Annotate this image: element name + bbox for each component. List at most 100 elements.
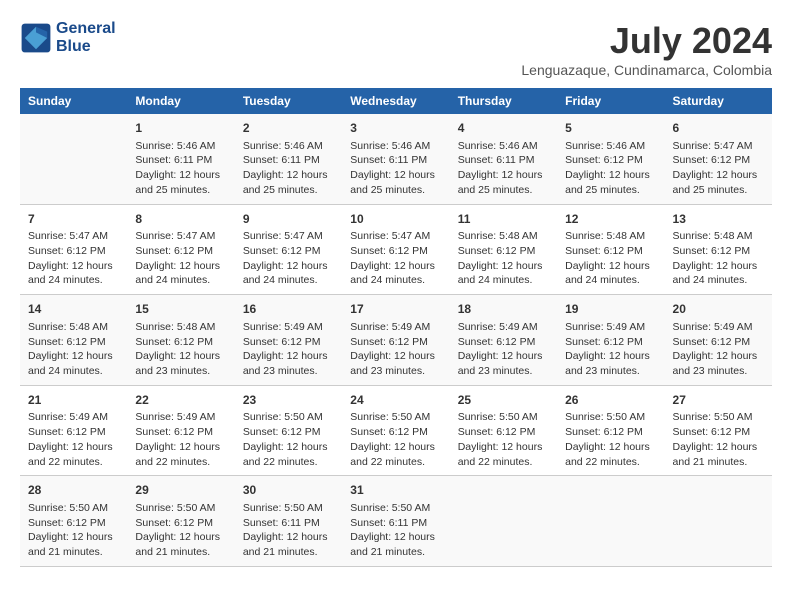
day-number: 12 [565, 211, 656, 228]
sunset-text: Sunset: 6:12 PM [350, 425, 441, 440]
sunset-text: Sunset: 6:12 PM [243, 425, 334, 440]
day-number: 26 [565, 392, 656, 409]
day-number: 19 [565, 301, 656, 318]
day-number: 15 [135, 301, 226, 318]
sunset-text: Sunset: 6:12 PM [350, 244, 441, 259]
daylight-text: Daylight: 12 hours and 25 minutes. [565, 168, 656, 197]
sunset-text: Sunset: 6:12 PM [673, 153, 764, 168]
sunrise-text: Sunrise: 5:48 AM [673, 229, 764, 244]
calendar-cell: 12Sunrise: 5:48 AMSunset: 6:12 PMDayligh… [557, 204, 664, 295]
day-number: 28 [28, 482, 119, 499]
sunrise-text: Sunrise: 5:49 AM [565, 320, 656, 335]
daylight-text: Daylight: 12 hours and 24 minutes. [673, 259, 764, 288]
sunset-text: Sunset: 6:12 PM [565, 425, 656, 440]
day-number: 7 [28, 211, 119, 228]
calendar-cell: 21Sunrise: 5:49 AMSunset: 6:12 PMDayligh… [20, 385, 127, 476]
daylight-text: Daylight: 12 hours and 25 minutes. [673, 168, 764, 197]
logo-text: General Blue [56, 20, 116, 55]
calendar-cell: 13Sunrise: 5:48 AMSunset: 6:12 PMDayligh… [665, 204, 772, 295]
sunset-text: Sunset: 6:12 PM [673, 335, 764, 350]
calendar-cell: 15Sunrise: 5:48 AMSunset: 6:12 PMDayligh… [127, 295, 234, 386]
page-header: General Blue July 2024 Lenguazaque, Cund… [20, 20, 772, 78]
day-number: 17 [350, 301, 441, 318]
day-number: 24 [350, 392, 441, 409]
sunrise-text: Sunrise: 5:50 AM [458, 410, 549, 425]
daylight-text: Daylight: 12 hours and 22 minutes. [28, 440, 119, 469]
day-number: 21 [28, 392, 119, 409]
logo: General Blue [20, 20, 116, 55]
calendar-cell: 16Sunrise: 5:49 AMSunset: 6:12 PMDayligh… [235, 295, 342, 386]
calendar-week-row: 7Sunrise: 5:47 AMSunset: 6:12 PMDaylight… [20, 204, 772, 295]
calendar-cell: 22Sunrise: 5:49 AMSunset: 6:12 PMDayligh… [127, 385, 234, 476]
sunrise-text: Sunrise: 5:48 AM [565, 229, 656, 244]
sunset-text: Sunset: 6:11 PM [458, 153, 549, 168]
sunrise-text: Sunrise: 5:50 AM [135, 501, 226, 516]
day-number: 22 [135, 392, 226, 409]
calendar-cell: 26Sunrise: 5:50 AMSunset: 6:12 PMDayligh… [557, 385, 664, 476]
day-number: 18 [458, 301, 549, 318]
day-number: 2 [243, 120, 334, 137]
calendar-week-row: 28 Sunrise: 5:50 AM Sunset: 6:12 PM Dayligh… [20, 476, 772, 567]
daylight-text: Daylight: 12 hours and 21 minutes. [243, 530, 334, 559]
sunrise-text: Sunrise: 5:49 AM [135, 410, 226, 425]
sunset-text: Sunset: 6:12 PM [135, 425, 226, 440]
day-number: 5 [565, 120, 656, 137]
calendar-cell: 8Sunrise: 5:47 AMSunset: 6:12 PMDaylight… [127, 204, 234, 295]
daylight-text: Daylight: 12 hours and 24 minutes. [243, 259, 334, 288]
calendar-table: SundayMondayTuesdayWednesdayThursdayFrid… [20, 88, 772, 567]
daylight-text: Daylight: 12 hours and 25 minutes. [350, 168, 441, 197]
sunset-text: Sunset: 6:12 PM [28, 516, 119, 531]
sunrise-text: Sunrise: 5:46 AM [243, 139, 334, 154]
sunrise-text: Sunrise: 5:50 AM [243, 501, 334, 516]
calendar-cell [450, 476, 557, 567]
calendar-cell: 4Sunrise: 5:46 AMSunset: 6:11 PMDaylight… [450, 114, 557, 204]
daylight-text: Daylight: 12 hours and 21 minutes. [135, 530, 226, 559]
column-header-tuesday: Tuesday [235, 88, 342, 114]
logo-icon [20, 22, 52, 54]
sunrise-text: Sunrise: 5:49 AM [673, 320, 764, 335]
calendar-cell [665, 476, 772, 567]
sunset-text: Sunset: 6:12 PM [28, 425, 119, 440]
daylight-text: Daylight: 12 hours and 23 minutes. [350, 349, 441, 378]
sunrise-text: Sunrise: 5:48 AM [135, 320, 226, 335]
sunset-text: Sunset: 6:12 PM [673, 425, 764, 440]
daylight-text: Daylight: 12 hours and 22 minutes. [458, 440, 549, 469]
sunrise-text: Sunrise: 5:47 AM [350, 229, 441, 244]
sunrise-text: Sunrise: 5:47 AM [135, 229, 226, 244]
calendar-cell: 3Sunrise: 5:46 AMSunset: 6:11 PMDaylight… [342, 114, 449, 204]
sunset-text: Sunset: 6:12 PM [458, 425, 549, 440]
calendar-cell: 17Sunrise: 5:49 AMSunset: 6:12 PMDayligh… [342, 295, 449, 386]
sunset-text: Sunset: 6:12 PM [243, 335, 334, 350]
calendar-cell: 19Sunrise: 5:49 AMSunset: 6:12 PMDayligh… [557, 295, 664, 386]
day-number: 14 [28, 301, 119, 318]
sunset-text: Sunset: 6:11 PM [350, 516, 441, 531]
day-number: 27 [673, 392, 764, 409]
calendar-cell: 18Sunrise: 5:49 AMSunset: 6:12 PMDayligh… [450, 295, 557, 386]
calendar-cell: 25Sunrise: 5:50 AMSunset: 6:12 PMDayligh… [450, 385, 557, 476]
calendar-cell: 1Sunrise: 5:46 AMSunset: 6:11 PMDaylight… [127, 114, 234, 204]
day-number: 25 [458, 392, 549, 409]
sunset-text: Sunset: 6:12 PM [458, 244, 549, 259]
sunset-text: Sunset: 6:12 PM [458, 335, 549, 350]
daylight-text: Daylight: 12 hours and 23 minutes. [673, 349, 764, 378]
sunset-text: Sunset: 6:12 PM [565, 335, 656, 350]
sunset-text: Sunset: 6:12 PM [565, 244, 656, 259]
day-number: 3 [350, 120, 441, 137]
column-header-saturday: Saturday [665, 88, 772, 114]
month-year-title: July 2024 [521, 20, 772, 62]
sunset-text: Sunset: 6:12 PM [28, 335, 119, 350]
sunset-text: Sunset: 6:12 PM [28, 244, 119, 259]
day-number: 29 [135, 482, 226, 499]
daylight-text: Daylight: 12 hours and 23 minutes. [135, 349, 226, 378]
sunrise-text: Sunrise: 5:49 AM [350, 320, 441, 335]
title-section: July 2024 Lenguazaque, Cundinamarca, Col… [521, 20, 772, 78]
sunset-text: Sunset: 6:12 PM [243, 244, 334, 259]
day-number: 31 [350, 482, 441, 499]
sunrise-text: Sunrise: 5:46 AM [350, 139, 441, 154]
sunrise-text: Sunrise: 5:50 AM [350, 410, 441, 425]
sunrise-text: Sunrise: 5:50 AM [565, 410, 656, 425]
calendar-cell: 7Sunrise: 5:47 AMSunset: 6:12 PMDaylight… [20, 204, 127, 295]
calendar-cell: 27Sunrise: 5:50 AMSunset: 6:12 PMDayligh… [665, 385, 772, 476]
sunset-text: Sunset: 6:11 PM [243, 153, 334, 168]
day-number: 30 [243, 482, 334, 499]
